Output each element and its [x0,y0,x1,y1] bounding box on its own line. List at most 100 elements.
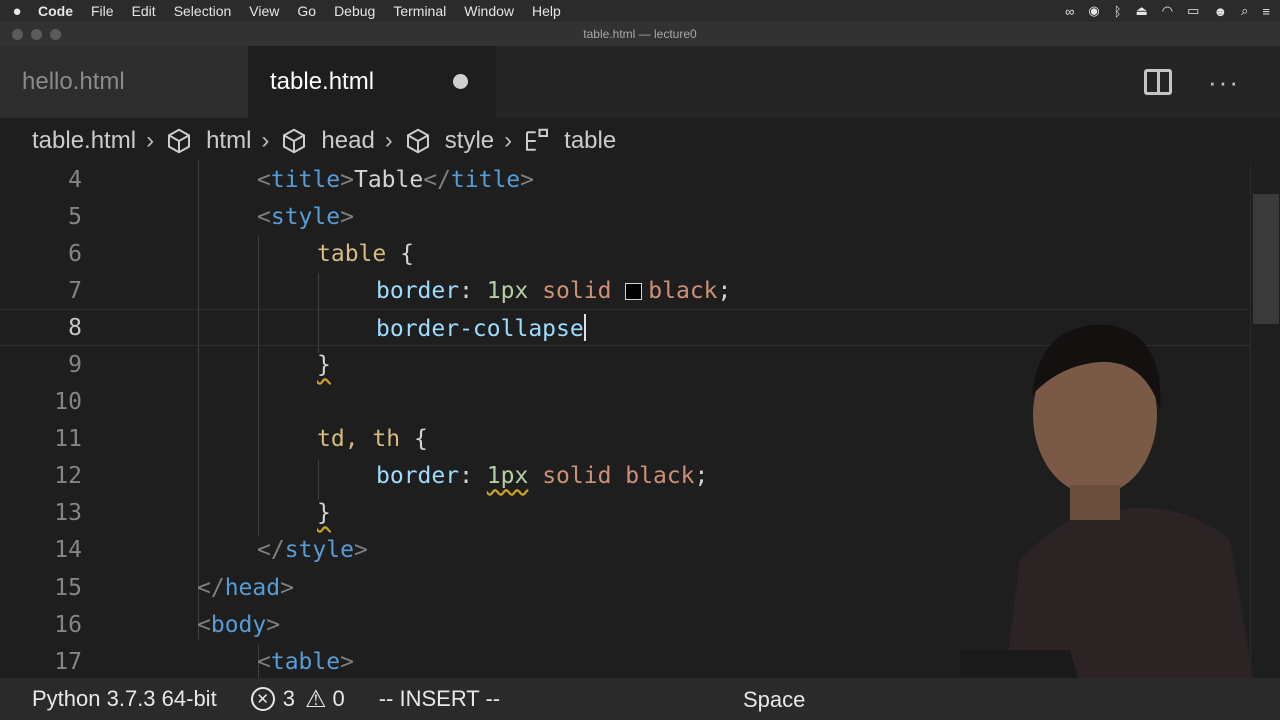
code-line[interactable]: 6 table { [0,235,1250,272]
cube-icon [168,128,191,154]
tab-table-html[interactable]: table.html [248,46,496,118]
problems-indicator[interactable]: ✕ 3 ⚠ 0 [250,685,345,714]
breadcrumb-label: head [321,127,375,154]
line-number: 13 [54,499,82,526]
chevron-right-icon: › [146,127,155,154]
breadcrumb-label: style [444,127,495,154]
code-line[interactable]: 9 } [0,346,1250,383]
minimize-window-button[interactable] [31,29,42,40]
code-text: <table> [257,648,354,675]
breadcrumb-label: html [206,127,252,154]
line-number: 4 [68,166,82,193]
code-line[interactable]: 11 td, th { [0,420,1250,457]
menu-edit[interactable]: Edit [123,3,165,19]
breadcrumb-html[interactable]: html [164,126,251,156]
python-interpreter[interactable]: Python 3.7.3 64-bit [32,686,217,712]
editor-scrollbar[interactable] [1250,164,1280,678]
battery-icon[interactable]: ▭ [1187,3,1199,19]
control-center-icon[interactable]: ≡ [1262,4,1270,19]
tab-hello-html[interactable]: hello.html [0,46,248,118]
more-actions-icon[interactable]: ··· [1208,69,1240,95]
line-number: 11 [54,425,82,452]
code-line[interactable]: 17 <table> [0,643,1250,678]
menu-file[interactable]: File [82,3,123,19]
split-editor-icon[interactable] [1144,69,1173,95]
line-number: 7 [68,277,82,304]
line-number: 9 [68,351,82,378]
menu-window[interactable]: Window [455,3,523,19]
unsaved-indicator-icon[interactable] [453,74,468,89]
close-window-button[interactable] [12,29,23,40]
zoom-window-button[interactable] [50,29,61,40]
code-line[interactable]: 15 </head> [0,569,1250,606]
code-editor[interactable]: 4 <title>Table</title> 5 <style> 6 table… [0,160,1250,678]
wifi-icon[interactable]: ◠ [1162,3,1173,19]
code-line[interactable]: 12 border: 1px solid black; [0,457,1250,494]
menu-bar: ● Code File Edit Selection View Go Debug… [0,0,1280,22]
code-line[interactable]: 10 [0,383,1250,420]
cube-icon [406,128,429,154]
breadcrumb-style[interactable]: style [403,126,494,156]
code-text: border: 1px solid black; [376,462,709,489]
code-line[interactable]: 5 <style> [0,198,1250,235]
error-icon: ✕ [250,687,275,711]
line-number: 6 [68,240,82,267]
code-line[interactable]: 4 <title>Table</title> [0,161,1250,198]
code-line[interactable]: 7 border: 1px solid black; [0,272,1250,309]
menu-selection[interactable]: Selection [165,3,241,19]
code-text: <style> [257,203,354,230]
menu-view[interactable]: View [240,3,288,19]
line-number: 16 [54,611,82,638]
warning-count: 0 [332,686,345,711]
color-swatch-icon[interactable] [625,282,643,300]
window-title-bar: table.html — lecture0 [0,22,1280,46]
code-line[interactable]: 14 </style> [0,531,1250,568]
code-text: </head> [197,574,294,601]
chevron-right-icon: › [504,127,513,154]
code-line-current[interactable]: 8 border-collapse [0,309,1250,346]
status-menu: ∞ ◉ ᛒ ⏏ ◠ ▭ ☻ ⌕ ≡ [1065,3,1280,19]
code-text: } [317,499,331,526]
menu-debug[interactable]: Debug [325,3,384,19]
status-bar: Python 3.7.3 64-bit ✕ 3 ⚠ 0 -- INSERT --… [0,678,1280,720]
line-number: 10 [54,388,82,415]
editor-actions: ··· [1144,46,1280,118]
tab-bar: hello.html table.html ··· [0,46,1280,118]
cube-icon [283,128,306,154]
code-text: td, th { [317,425,428,452]
vim-mode: -- INSERT -- [378,686,501,711]
breadcrumb-table[interactable]: table [522,126,616,156]
menu-code[interactable]: Code [34,3,82,19]
breadcrumb: table.html › html › head › style › table [0,118,1280,164]
code-text: </style> [257,536,368,563]
code-line[interactable]: 13 } [0,494,1250,531]
search-icon[interactable]: ⌕ [1241,3,1248,19]
bluetooth-icon[interactable]: ᛒ [1114,4,1122,19]
breadcrumb-label: table [564,127,617,154]
breadcrumb-file[interactable]: table.html [32,127,136,155]
glasses-icon[interactable]: ∞ [1065,4,1074,19]
notification-icon[interactable]: ◉ [1088,3,1099,19]
line-number: 14 [54,536,82,563]
line-number: 8 [68,314,82,341]
code-line[interactable]: 16 <body> [0,606,1250,643]
code-text: <body> [197,611,281,638]
user-icon[interactable]: ☻ [1213,4,1227,19]
line-number: 12 [54,462,82,489]
warning-icon: ⚠ [304,685,327,713]
scrollbar-thumb[interactable] [1253,194,1279,324]
window-controls [12,29,61,40]
eject-icon[interactable]: ⏏ [1136,3,1148,19]
code-text: border-collapse [376,313,586,342]
apple-icon[interactable]: ● [0,3,34,20]
text-cursor [583,313,586,341]
menu-terminal[interactable]: Terminal [384,3,455,19]
menu-go[interactable]: Go [288,3,325,19]
indentation-selector[interactable]: Space [743,687,805,713]
tab-label: hello.html [22,68,125,95]
line-number: 5 [68,203,82,230]
code-text: border: 1px solid black; [376,277,732,304]
breadcrumb-head[interactable]: head [279,126,375,156]
tab-label: table.html [270,68,375,95]
menu-help[interactable]: Help [523,3,570,19]
